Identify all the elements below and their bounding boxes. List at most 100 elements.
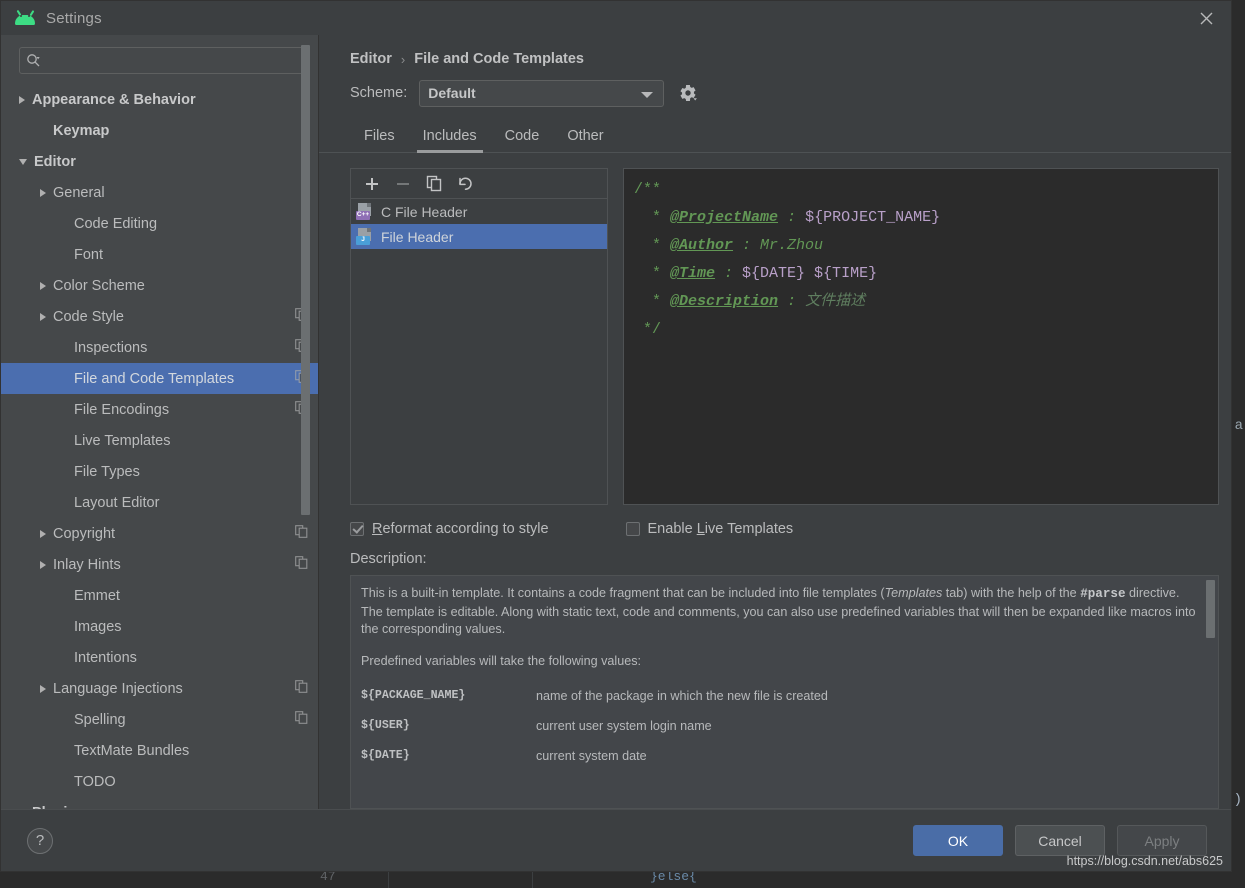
search-input[interactable] (41, 53, 299, 68)
variable-row: ${DATE}current system date (361, 744, 1204, 774)
file-template-icon: J (356, 228, 373, 245)
search-box[interactable] (19, 47, 306, 74)
sidebar-item-live-templates[interactable]: Live Templates (1, 425, 318, 456)
chevron-right-icon[interactable] (40, 561, 46, 569)
copy-settings-icon[interactable] (295, 525, 308, 542)
tab-other[interactable]: Other (553, 128, 617, 152)
scheme-dropdown[interactable]: Default (419, 80, 664, 107)
sidebar-item-language-injections[interactable]: Language Injections (1, 673, 318, 704)
chevron-down-icon[interactable] (19, 159, 27, 165)
live-templates-label: Enable Live Templates (648, 521, 794, 537)
code-token: * (634, 209, 670, 226)
sidebar-item-label: Color Scheme (53, 278, 145, 294)
sidebar-item-label: Font (74, 247, 103, 263)
code-token: : (715, 265, 742, 282)
sidebar-item-intentions[interactable]: Intentions (1, 642, 318, 673)
template-list[interactable]: C++C File HeaderJFile Header (351, 199, 607, 249)
variable-description: current user system login name (536, 714, 1204, 744)
screen: a ) 47 }else{ Settings (0, 0, 1245, 888)
sidebar-item-file-and-code-templates[interactable]: File and Code Templates (1, 363, 318, 394)
sidebar-item-editor[interactable]: Editor (1, 146, 318, 177)
code-line: * @ProjectName : ${PROJECT_NAME} (634, 204, 1208, 232)
variable-name: ${DATE} (361, 744, 536, 774)
template-code-text: /** * @ProjectName : ${PROJECT_NAME} * @… (634, 176, 1208, 344)
gear-icon[interactable] (678, 83, 698, 103)
variable-name: ${USER} (361, 714, 536, 744)
breadcrumb-root[interactable]: Editor (350, 51, 392, 67)
sidebar-item-images[interactable]: Images (1, 611, 318, 642)
copy-template-button[interactable] (421, 172, 447, 196)
chevron-right-icon[interactable] (19, 96, 25, 104)
sidebar-item-label: Inspections (74, 340, 147, 356)
sidebar-item-copyright[interactable]: Copyright (1, 518, 318, 549)
tab-code[interactable]: Code (491, 128, 554, 152)
template-category-tabs[interactable]: FilesIncludesCodeOther (319, 120, 1231, 153)
sidebar-item-label: Inlay Hints (53, 557, 121, 573)
copy-settings-icon[interactable] (295, 711, 308, 728)
sidebar-item-label: TODO (74, 774, 116, 790)
code-token: * (634, 237, 670, 254)
chevron-right-icon[interactable] (40, 530, 46, 538)
ok-button[interactable]: OK (913, 825, 1003, 856)
sidebar-item-appearance-behavior[interactable]: Appearance & Behavior (1, 84, 318, 115)
close-icon[interactable] (1195, 8, 1217, 28)
remove-template-button[interactable] (390, 172, 416, 196)
add-template-button[interactable] (359, 172, 385, 196)
description-scrollbar[interactable] (1206, 580, 1215, 638)
code-line: * @Description : 文件描述 (634, 288, 1208, 316)
file-template-icon: C++ (356, 203, 373, 220)
sidebar-item-inspections[interactable]: Inspections (1, 332, 318, 363)
reformat-label: Reformat according to style (372, 521, 549, 537)
settings-tree[interactable]: Appearance & Behavior Keymap EditorGeneral… (1, 82, 318, 809)
code-line: */ (634, 316, 1208, 344)
copy-settings-icon[interactable] (295, 680, 308, 697)
variable-name: ${PACKAGE_NAME} (361, 684, 536, 714)
chevron-right-icon[interactable] (40, 313, 46, 321)
code-token: @ProjectName (670, 209, 778, 226)
live-templates-checkbox-row[interactable]: Enable Live Templates (626, 521, 794, 537)
sidebar-item-spelling[interactable]: Spelling (1, 704, 318, 735)
background-right-paren: ) (1234, 790, 1242, 810)
template-list-item[interactable]: JFile Header (351, 224, 607, 249)
template-code-editor[interactable]: /** * @ProjectName : ${PROJECT_NAME} * @… (623, 168, 1219, 505)
sidebar-item-code-style[interactable]: Code Style (1, 301, 318, 332)
sidebar-item-keymap[interactable]: Keymap (1, 115, 318, 146)
description-pane[interactable]: This is a built-in template. It contains… (350, 575, 1219, 809)
reformat-checkbox-row[interactable]: Reformat according to style (350, 521, 549, 537)
code-token: @Description (670, 293, 778, 310)
sidebar-scrollbar[interactable] (301, 45, 310, 515)
sidebar-item-layout-editor[interactable]: Layout Editor (1, 487, 318, 518)
code-line: * @Author : Mr.Zhou (634, 232, 1208, 260)
chevron-right-icon[interactable] (40, 685, 46, 693)
chevron-right-icon[interactable] (40, 189, 46, 197)
tab-files[interactable]: Files (350, 128, 409, 152)
cancel-button[interactable]: Cancel (1015, 825, 1105, 856)
sidebar-item-general[interactable]: General (1, 177, 318, 208)
apply-button: Apply (1117, 825, 1207, 856)
reformat-checkbox[interactable] (350, 522, 364, 536)
code-token: ${PROJECT_NAME} (805, 209, 940, 226)
sidebar-item-code-editing[interactable]: Code Editing (1, 208, 318, 239)
template-list-item[interactable]: C++C File Header (351, 199, 607, 224)
sidebar-item-plugins[interactable]: Plugins (1, 797, 318, 809)
sidebar-item-todo[interactable]: TODO (1, 766, 318, 797)
help-button[interactable]: ? (27, 828, 53, 854)
sidebar-item-color-scheme[interactable]: Color Scheme (1, 270, 318, 301)
sidebar-item-inlay-hints[interactable]: Inlay Hints (1, 549, 318, 580)
code-token: ${DATE} ${TIME} (742, 265, 877, 282)
sidebar-item-file-types[interactable]: File Types (1, 456, 318, 487)
sidebar-item-emmet[interactable]: Emmet (1, 580, 318, 611)
sidebar-item-label: Live Templates (74, 433, 170, 449)
chevron-right-icon[interactable] (40, 282, 46, 290)
reset-template-button[interactable] (452, 172, 478, 196)
sidebar-item-textmate-bundles[interactable]: TextMate Bundles (1, 735, 318, 766)
sidebar-item-label: Keymap (53, 123, 109, 139)
copy-settings-icon[interactable] (295, 556, 308, 573)
code-token: * (634, 293, 670, 310)
sidebar-item-font[interactable]: Font (1, 239, 318, 270)
live-templates-checkbox[interactable] (626, 522, 640, 536)
code-token: /** (634, 181, 661, 198)
code-line: * @Time : ${DATE} ${TIME} (634, 260, 1208, 288)
tab-includes[interactable]: Includes (409, 128, 491, 152)
sidebar-item-file-encodings[interactable]: File Encodings (1, 394, 318, 425)
